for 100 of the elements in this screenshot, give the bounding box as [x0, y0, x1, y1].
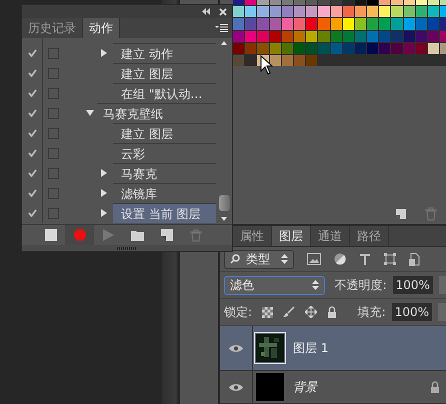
color-swatch[interactable]	[282, 42, 293, 54]
eye-icon[interactable]	[229, 344, 243, 352]
check-icon[interactable]	[28, 169, 36, 177]
color-swatch[interactable]	[428, 30, 440, 42]
dialog-toggle[interactable]	[48, 68, 58, 78]
color-swatch[interactable]	[257, 30, 269, 42]
color-swatch[interactable]	[294, 54, 306, 66]
check-icon[interactable]	[28, 189, 36, 197]
color-swatch[interactable]	[367, 6, 378, 18]
color-swatch[interactable]	[318, 42, 330, 54]
menu-icon[interactable]	[215, 24, 228, 32]
color-swatch[interactable]	[282, 30, 293, 42]
command-item[interactable]: 建立 图层	[113, 63, 216, 83]
disclosure-triangle-icon[interactable]	[100, 189, 108, 197]
lock-icon[interactable]	[327, 306, 338, 318]
disclosure-triangle-icon[interactable]	[100, 169, 108, 177]
color-swatch[interactable]	[330, 42, 342, 54]
color-swatch[interactable]	[391, 30, 403, 42]
layer-row[interactable]: 图层 1	[220, 326, 446, 371]
type-filter-icon[interactable]	[359, 253, 371, 265]
color-swatch[interactable]	[354, 18, 366, 30]
color-swatch[interactable]	[282, 18, 293, 30]
color-swatch[interactable]	[257, 18, 269, 30]
color-swatch[interactable]	[270, 30, 281, 42]
new-item-icon[interactable]	[160, 229, 172, 241]
check-icon[interactable]	[28, 209, 36, 217]
record-icon[interactable]	[74, 229, 86, 241]
image-filter-icon[interactable]	[307, 253, 321, 265]
check-icon[interactable]	[28, 49, 36, 57]
color-swatch[interactable]	[245, 18, 256, 30]
color-swatch[interactable]	[245, 42, 256, 54]
move-icon[interactable]	[305, 306, 318, 318]
color-swatch[interactable]	[391, 18, 403, 30]
scroll-down-icon[interactable]	[221, 217, 227, 221]
color-swatch[interactable]	[294, 30, 306, 42]
color-swatch[interactable]	[342, 6, 354, 18]
color-swatch[interactable]	[379, 30, 390, 42]
color-swatch[interactable]	[294, 6, 306, 18]
color-swatch[interactable]	[257, 42, 269, 54]
color-swatch[interactable]	[306, 54, 318, 66]
color-swatch[interactable]	[282, 6, 293, 18]
color-swatch[interactable]	[354, 6, 366, 18]
layer-row[interactable]: 背景	[220, 371, 446, 404]
check-icon[interactable]	[28, 129, 36, 137]
close-icon[interactable]	[219, 8, 227, 16]
color-swatch[interactable]	[294, 18, 306, 30]
color-swatch[interactable]	[282, 54, 293, 66]
disclosure-triangle-icon[interactable]	[100, 49, 108, 57]
color-swatch[interactable]	[330, 6, 342, 18]
color-swatch[interactable]	[416, 42, 427, 54]
eye-icon[interactable]	[229, 382, 243, 392]
color-swatch[interactable]	[270, 42, 281, 54]
command-item[interactable]: 在组 "默认动…	[113, 83, 216, 103]
scroll-up-icon[interactable]	[221, 41, 227, 45]
color-swatch[interactable]	[306, 18, 318, 30]
color-swatch[interactable]	[367, 42, 378, 54]
command-item[interactable]: 建立 动作	[113, 43, 216, 63]
disclosure-triangle-icon[interactable]	[100, 209, 108, 217]
color-swatch[interactable]	[306, 42, 318, 54]
color-swatch[interactable]	[233, 18, 244, 30]
color-swatch[interactable]	[379, 18, 390, 30]
color-swatch[interactable]	[270, 54, 281, 66]
color-swatch[interactable]	[379, 6, 390, 18]
dialog-toggle[interactable]	[48, 108, 58, 118]
resize-grip[interactable]	[117, 246, 137, 250]
color-swatch[interactable]	[404, 42, 415, 54]
dialog-toggle[interactable]	[48, 188, 58, 198]
color-swatch[interactable]	[367, 18, 378, 30]
adjustment-filter-icon[interactable]	[334, 253, 346, 265]
command-item[interactable]: 马赛克	[113, 163, 216, 183]
color-swatch[interactable]	[306, 6, 318, 18]
color-swatch[interactable]	[416, 30, 427, 42]
color-swatch[interactable]	[354, 30, 366, 42]
color-swatch[interactable]	[318, 30, 330, 42]
checkerboard-icon[interactable]	[262, 306, 274, 318]
new-swatch-icon[interactable]	[394, 207, 408, 222]
command-item[interactable]: 建立 图层	[113, 123, 216, 143]
color-swatch[interactable]	[245, 30, 256, 42]
panel-tab[interactable]: 动作	[83, 18, 120, 38]
color-swatch[interactable]	[404, 6, 415, 18]
filter-dropdown[interactable]: 类型	[224, 250, 294, 268]
stop-icon[interactable]	[44, 229, 56, 241]
folder-icon[interactable]	[131, 230, 144, 240]
color-swatch[interactable]	[306, 30, 318, 42]
color-swatch[interactable]	[270, 18, 281, 30]
dialog-toggle[interactable]	[48, 88, 58, 98]
blend-mode-dropdown[interactable]: 滤色	[224, 276, 325, 294]
brush-icon[interactable]	[283, 306, 296, 318]
color-swatch[interactable]	[342, 30, 354, 42]
color-swatch[interactable]	[233, 54, 244, 66]
check-icon[interactable]	[28, 109, 36, 117]
color-swatch[interactable]	[428, 18, 440, 30]
shape-filter-icon[interactable]	[384, 253, 396, 265]
color-swatch[interactable]	[318, 18, 330, 30]
action-item[interactable]: 马赛克壁纸	[97, 103, 216, 123]
color-swatch[interactable]	[391, 42, 403, 54]
color-swatch[interactable]	[245, 54, 256, 66]
color-swatch[interactable]	[416, 6, 427, 18]
smart-object-filter-icon[interactable]	[409, 252, 421, 266]
panel-tab[interactable]: 通道	[311, 226, 350, 246]
